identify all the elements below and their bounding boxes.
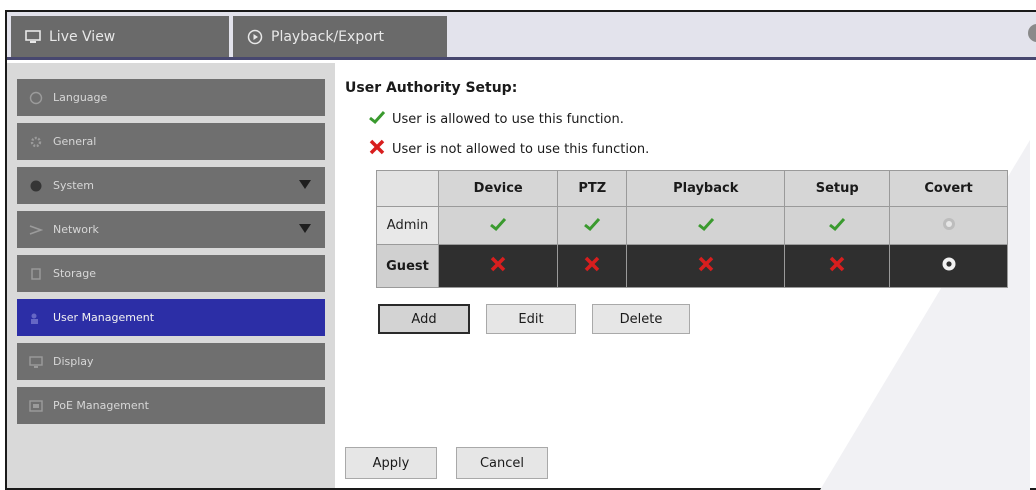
check-icon [368, 109, 386, 129]
monitor-icon [25, 29, 41, 45]
table-header-row: Device PTZ Playback Setup Covert [376, 170, 1008, 207]
globe-icon [29, 91, 43, 105]
system-icon [29, 179, 43, 193]
table-row[interactable]: Guest [376, 244, 1008, 288]
check-icon [697, 217, 715, 236]
sidebar-item-label: Display [53, 355, 94, 368]
edit-button[interactable]: Edit [486, 304, 576, 334]
cross-icon [828, 256, 846, 276]
cross-icon [489, 256, 507, 276]
play-circle-icon [247, 29, 263, 45]
settings-icon[interactable] [1028, 24, 1036, 42]
sidebar-item-label: General [53, 135, 97, 148]
covert-cell[interactable] [889, 244, 1008, 288]
gear-icon [29, 135, 43, 149]
permission-cell[interactable] [784, 244, 891, 288]
sidebar-item-label: User Management [53, 311, 155, 324]
display-icon [29, 355, 43, 369]
user-name-cell[interactable]: Admin [376, 205, 439, 246]
sidebar-item-label: Network [53, 223, 99, 236]
cancel-button[interactable]: Cancel [456, 447, 548, 479]
sidebar-item-storage[interactable]: Storage [17, 255, 325, 292]
sidebar-item-network[interactable]: Network [17, 211, 325, 248]
permission-cell[interactable] [437, 244, 559, 288]
user-name-cell[interactable]: Guest [376, 244, 439, 288]
covert-off-icon [941, 217, 957, 236]
cross-icon [697, 256, 715, 276]
storage-icon [29, 267, 43, 281]
user-icon [29, 311, 43, 325]
permission-cell[interactable] [784, 205, 891, 246]
chevron-down-icon[interactable] [299, 180, 311, 189]
legend-allowed: User is allowed to use this function. [368, 109, 624, 129]
sidebar-item-label: System [53, 179, 95, 192]
column-header: PTZ [557, 170, 628, 207]
column-header: Covert [889, 170, 1008, 207]
poe-icon [29, 399, 43, 413]
column-header: Playback [626, 170, 786, 207]
permission-cell[interactable] [626, 244, 786, 288]
sidebar-item-label: PoE Management [53, 399, 149, 412]
sidebar-item-language[interactable]: Language [17, 79, 325, 116]
check-icon [583, 217, 601, 236]
sidebar-item-label: Storage [53, 267, 97, 280]
tab-label: Playback/Export [271, 28, 385, 45]
sidebar-item-label: Language [53, 91, 108, 104]
sidebar-item-user-management[interactable]: User Management [17, 299, 325, 336]
tab-live-view[interactable]: Live View [11, 16, 229, 57]
cross-icon [583, 256, 601, 276]
sidebar-item-poe-management[interactable]: PoE Management [17, 387, 325, 424]
legend-allowed-text: User is allowed to use this function. [392, 111, 624, 127]
apply-button[interactable]: Apply [345, 447, 437, 479]
sidebar-item-system[interactable]: System [17, 167, 325, 204]
legend-denied: User is not allowed to use this function… [368, 139, 649, 159]
tab-label: Live View [49, 28, 116, 45]
check-icon [828, 217, 846, 236]
permission-cell[interactable] [557, 205, 628, 246]
table-row[interactable]: Admin [376, 205, 1008, 246]
sidebar-item-general[interactable]: General [17, 123, 325, 160]
covert-cell[interactable] [889, 205, 1008, 246]
page-title: User Authority Setup: [345, 80, 518, 96]
add-button[interactable]: Add [378, 304, 470, 334]
authority-table: Device PTZ Playback Setup Covert Admin G… [376, 170, 1008, 288]
permission-cell[interactable] [437, 205, 559, 246]
network-icon [29, 223, 43, 237]
header-blank [376, 170, 439, 207]
permission-cell[interactable] [557, 244, 628, 288]
covert-on-icon [940, 257, 958, 277]
chevron-down-icon[interactable] [299, 224, 311, 233]
column-header: Device [437, 170, 559, 207]
delete-button[interactable]: Delete [592, 304, 690, 334]
check-icon [489, 217, 507, 236]
top-bar: Live View Playback/Export [7, 12, 1036, 60]
cross-icon [368, 139, 386, 159]
permission-cell[interactable] [626, 205, 786, 246]
column-header: Setup [784, 170, 891, 207]
legend-denied-text: User is not allowed to use this function… [392, 141, 650, 157]
sidebar-item-display[interactable]: Display [17, 343, 325, 380]
tab-playback-export[interactable]: Playback/Export [233, 16, 447, 57]
